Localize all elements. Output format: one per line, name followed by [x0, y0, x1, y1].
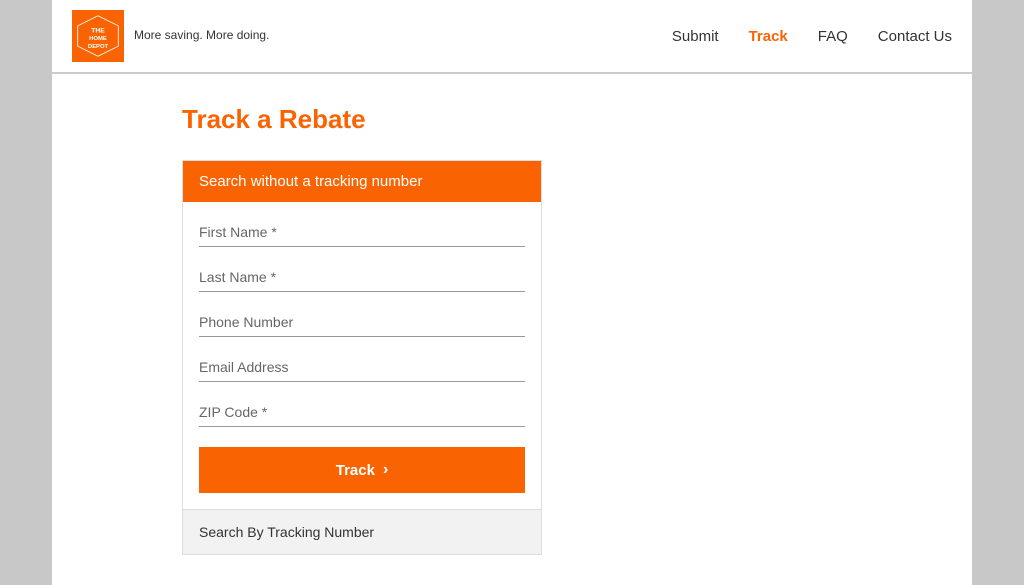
nav-faq[interactable]: FAQ: [818, 28, 848, 45]
home-depot-logo: THE HOME DEPOT: [72, 10, 124, 62]
search-by-tracking-number[interactable]: Search By Tracking Number: [183, 509, 541, 554]
svg-text:HOME: HOME: [89, 36, 107, 42]
main-nav: Submit Track FAQ Contact Us: [672, 28, 952, 45]
tracking-number-label: Search By Tracking Number: [199, 524, 374, 540]
last-name-field: [199, 263, 525, 292]
page-title: Track a Rebate: [182, 104, 942, 135]
email-input[interactable]: [199, 353, 525, 382]
first-name-field: [199, 218, 525, 247]
nav-track[interactable]: Track: [749, 28, 788, 45]
zip-input[interactable]: [199, 398, 525, 427]
nav-contact[interactable]: Contact Us: [878, 28, 952, 45]
phone-field: [199, 308, 525, 337]
nav-submit[interactable]: Submit: [672, 28, 719, 45]
rebate-form-card: Search without a tracking number: [182, 160, 542, 555]
track-button-label: Track: [336, 462, 375, 479]
main-content: Track a Rebate Search without a tracking…: [52, 74, 972, 585]
search-header-label: Search without a tracking number: [199, 173, 422, 190]
form-header: Search without a tracking number: [183, 161, 541, 202]
form-body: Track ›: [183, 218, 541, 509]
svg-text:DEPOT: DEPOT: [88, 44, 109, 50]
logo-area: THE HOME DEPOT More saving. More doing.: [72, 10, 269, 62]
email-field: [199, 353, 525, 382]
last-name-input[interactable]: [199, 263, 525, 292]
first-name-input[interactable]: [199, 218, 525, 247]
logo-tagline: More saving. More doing.: [134, 28, 269, 44]
zip-field: [199, 398, 525, 427]
site-header: THE HOME DEPOT More saving. More doing. …: [52, 0, 972, 74]
svg-text:THE: THE: [91, 28, 105, 35]
phone-input[interactable]: [199, 308, 525, 337]
track-button[interactable]: Track ›: [199, 447, 525, 493]
chevron-right-icon: ›: [383, 461, 388, 479]
